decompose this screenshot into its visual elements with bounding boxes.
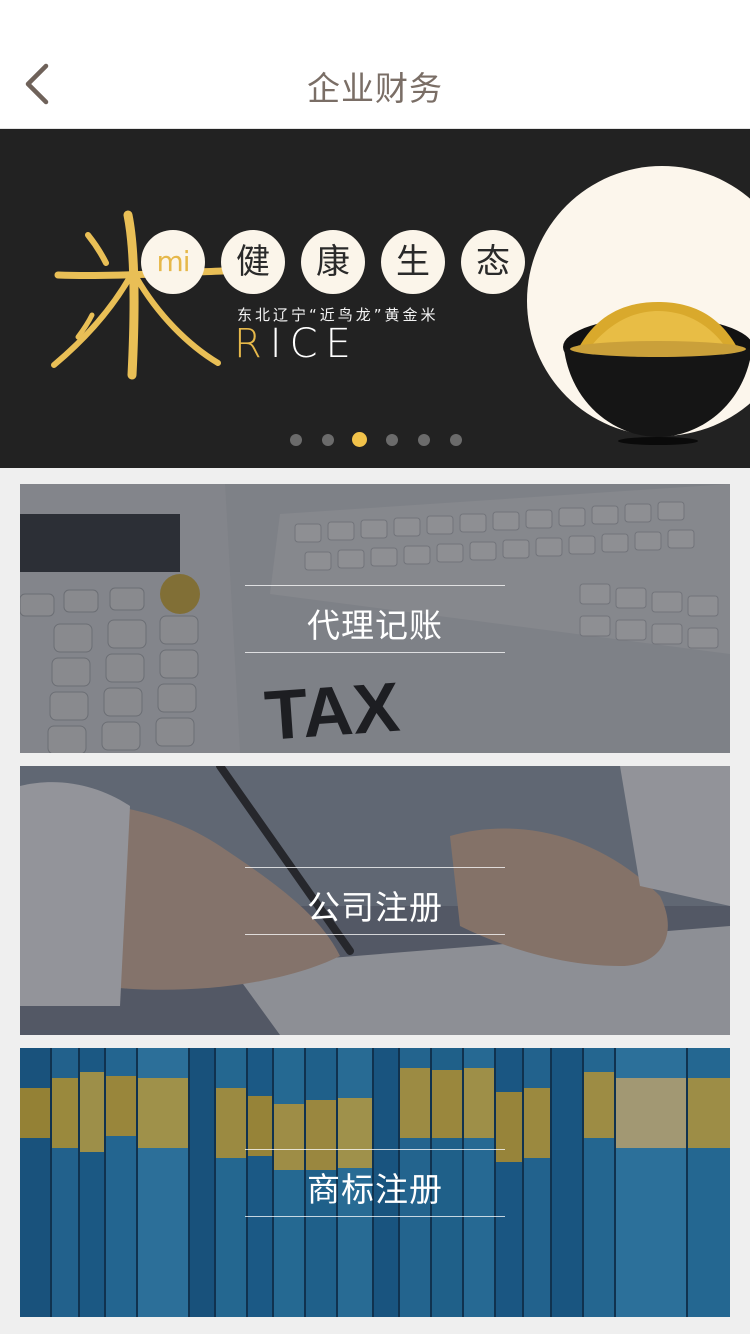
card-label-wrap: 商标注册: [20, 1149, 730, 1217]
rice-logo-calligraphy: [51, 210, 227, 380]
rice-rest-letters: ICE: [269, 321, 359, 367]
carousel-indicator: [0, 429, 750, 451]
service-label: 代理记账: [307, 606, 443, 645]
carousel-dot[interactable]: [418, 434, 430, 446]
slogan-char: 态: [461, 230, 525, 294]
service-label: 商标注册: [307, 1170, 443, 1209]
carousel-dot[interactable]: [290, 434, 302, 446]
carousel-dot[interactable]: [322, 434, 334, 446]
divider: [245, 867, 505, 868]
service-card-bookkeeping[interactable]: TAX 代理记账: [20, 484, 730, 753]
service-card-trademark-registration[interactable]: 商标注册: [20, 1048, 730, 1317]
divider: [245, 652, 505, 653]
banner-rice-wordmark: RICE: [234, 321, 359, 367]
slogan-char: 康: [301, 230, 365, 294]
promo-banner-carousel[interactable]: 米 mi 健 康 生 态 东北辽宁“近鸟龙”黄金米 RICE: [0, 129, 750, 468]
service-card-company-registration[interactable]: 公司注册: [20, 766, 730, 1035]
pinyin-badge: mi: [141, 230, 205, 294]
slogan-char: 生: [381, 230, 445, 294]
rice-first-letter: R: [234, 321, 270, 367]
card-label-wrap: 代理记账: [20, 585, 730, 653]
page-title: 企业财务: [307, 69, 443, 108]
divider: [245, 1149, 505, 1150]
carousel-dot-active[interactable]: [352, 432, 367, 447]
divider: [245, 1216, 505, 1217]
service-label: 公司注册: [307, 888, 443, 927]
carousel-dot[interactable]: [386, 434, 398, 446]
rice-bowl-image: [563, 302, 750, 445]
divider: [245, 585, 505, 586]
slogan-char: 健: [221, 230, 285, 294]
divider: [245, 934, 505, 935]
status-bar: [0, 0, 750, 40]
carousel-dot[interactable]: [450, 434, 462, 446]
nav-bar: 企业财务: [0, 40, 750, 129]
card-label-wrap: 公司注册: [20, 867, 730, 935]
